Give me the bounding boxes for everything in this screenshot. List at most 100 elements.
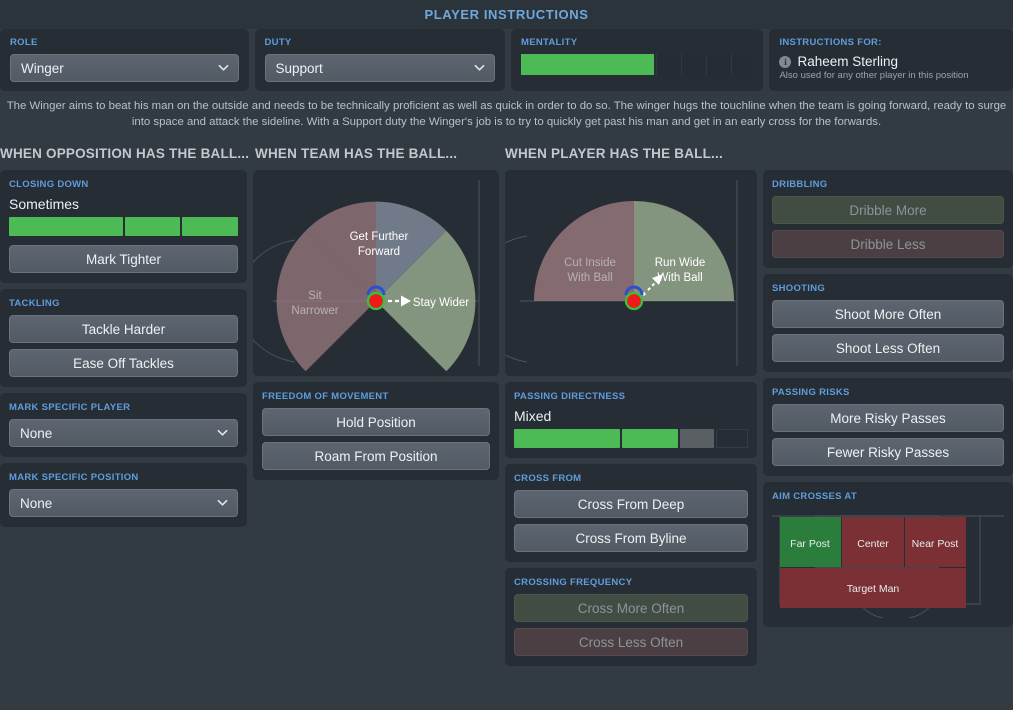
duty-value: Support [275, 60, 323, 76]
ease-off-tackles-button[interactable]: Ease Off Tackles [9, 349, 238, 377]
dribble-more-button: Dribble More [772, 196, 1004, 224]
mark-specific-position-value: None [20, 495, 53, 511]
aim-zone-far-post-label: Far Post [790, 538, 830, 550]
player-name-row: i Raheem Sterling [779, 54, 1003, 69]
aim-crosses-diagram[interactable]: Far Post Center Near Post Target Man [772, 508, 1004, 621]
team-wheel-right-label: Stay Wider [413, 297, 469, 309]
cross-more-often-button: Cross More Often [514, 594, 748, 622]
cross-from-panel: CROSS FROM Cross From Deep Cross From By… [505, 464, 757, 562]
shoot-less-often-button[interactable]: Shoot Less Often [772, 334, 1004, 362]
team-wheel-panel[interactable]: Get Further Forward Sit Narrower Stay Wi… [253, 170, 499, 376]
closing-down-label: CLOSING DOWN [9, 179, 89, 190]
role-card: ROLE Winger [0, 29, 249, 91]
player-wheel-panel[interactable]: Cut Inside With Ball Run Wide With Ball [505, 170, 757, 376]
instructions-for-label: INSTRUCTIONS FOR: [779, 37, 882, 48]
column-headers: WHEN OPPOSITION HAS THE BALL... WHEN TEA… [0, 146, 1013, 170]
passing-directness-panel: PASSING DIRECTNESS Mixed [505, 382, 757, 458]
column-header-team: WHEN TEAM HAS THE BALL... [255, 146, 458, 161]
crossing-frequency-label: CROSSING FREQUENCY [514, 577, 633, 588]
tackle-harder-button[interactable]: Tackle Harder [9, 315, 238, 343]
mentality-card: MENTALITY [510, 29, 764, 91]
duty-select[interactable]: Support [264, 54, 495, 82]
title-bar: PLAYER INSTRUCTIONS [0, 0, 1013, 29]
aim-crosses-pitch[interactable]: Far Post Center Near Post Target Man [772, 508, 1004, 621]
role-label: ROLE [10, 37, 38, 48]
player-wheel-left-label-line2: With Ball [567, 272, 612, 284]
shoot-more-often-button[interactable]: Shoot More Often [772, 300, 1004, 328]
mentality-fill [520, 54, 654, 75]
mark-specific-player-panel: MARK SPECIFIC PLAYER None [0, 393, 247, 457]
hold-position-button[interactable]: Hold Position [262, 408, 490, 436]
tackling-label: TACKLING [9, 298, 60, 309]
column-team: Get Further Forward Sit Narrower Stay Wi… [253, 170, 499, 480]
dribbling-label: DRIBBLING [772, 179, 828, 190]
mark-tighter-button[interactable]: Mark Tighter [9, 245, 238, 273]
closing-down-segment [182, 217, 238, 236]
team-wheel-diagram[interactable]: Get Further Forward Sit Narrower Stay Wi… [253, 170, 499, 376]
mark-specific-player-value: None [20, 425, 53, 441]
info-icon[interactable]: i [779, 55, 792, 68]
mark-specific-player-select[interactable]: None [9, 419, 238, 447]
top-cards-row: ROLE Winger DUTY Support MENTALITY INSTR… [0, 29, 1013, 91]
passing-directness-segment [621, 429, 679, 448]
chevron-down-icon [217, 497, 228, 508]
role-select[interactable]: Winger [10, 54, 239, 82]
tackling-panel: TACKLING Tackle Harder Ease Off Tackles [0, 289, 247, 387]
aim-crosses-at-label: AIM CROSSES AT [772, 491, 857, 502]
player-wheel-diagram[interactable]: Cut Inside With Ball Run Wide With Ball [505, 170, 757, 376]
player-instructions-screen: PLAYER INSTRUCTIONS ROLE Winger DUTY Sup… [0, 0, 1013, 710]
closing-down-segment [9, 217, 123, 236]
passing-directness-segment [514, 429, 620, 448]
dribbling-panel: DRIBBLING Dribble More Dribble Less [763, 170, 1013, 268]
column-header-opposition: WHEN OPPOSITION HAS THE BALL... [0, 146, 250, 161]
passing-risks-panel: PASSING RISKS More Risky Passes Fewer Ri… [763, 378, 1013, 476]
player-wheel-left-label-line1: Cut Inside [564, 257, 616, 269]
mark-specific-player-label: MARK SPECIFIC PLAYER [9, 402, 131, 413]
player-wheel-right-label-line2: With Ball [657, 272, 702, 284]
passing-directness-segment [716, 429, 748, 448]
mentality-bar [520, 54, 754, 75]
roam-from-position-button[interactable]: Roam From Position [262, 442, 490, 470]
instructions-for-card: INSTRUCTIONS FOR: i Raheem Sterling Also… [769, 29, 1013, 91]
passing-directness-label: PASSING DIRECTNESS [514, 391, 626, 402]
duty-card: DUTY Support [254, 29, 505, 91]
closing-down-segment [124, 217, 181, 236]
closing-down-value: Sometimes [9, 196, 80, 212]
crossing-frequency-panel: CROSSING FREQUENCY Cross More Often Cros… [505, 568, 757, 666]
chevron-down-icon [217, 427, 228, 438]
column-header-player: WHEN PLAYER HAS THE BALL... [505, 146, 723, 161]
dribble-less-button: Dribble Less [772, 230, 1004, 258]
chevron-down-icon [474, 62, 485, 73]
instructions-note: Also used for any other player in this p… [779, 70, 969, 81]
page-title: PLAYER INSTRUCTIONS [424, 7, 589, 22]
chevron-down-icon [218, 62, 229, 73]
passing-risks-label: PASSING RISKS [772, 387, 850, 398]
cross-from-byline-button[interactable]: Cross From Byline [514, 524, 748, 552]
passing-directness-bar[interactable] [514, 429, 748, 448]
freedom-of-movement-panel: FREEDOM OF MOVEMENT Hold Position Roam F… [253, 382, 499, 480]
mentality-label: MENTALITY [520, 37, 578, 48]
aim-zone-center-label: Center [857, 538, 889, 550]
cross-less-often-button: Cross Less Often [514, 628, 748, 656]
team-wheel-left-label-line2: Narrower [291, 305, 338, 317]
shooting-panel: SHOOTING Shoot More Often Shoot Less Oft… [763, 274, 1013, 372]
mark-specific-position-select[interactable]: None [9, 489, 238, 517]
role-value: Winger [21, 60, 64, 76]
passing-directness-value: Mixed [514, 408, 552, 424]
aim-crosses-at-panel: AIM CROSSES AT Far Post Center Near Post… [763, 482, 1013, 627]
more-risky-passes-button[interactable]: More Risky Passes [772, 404, 1004, 432]
role-description: The Winger aims to beat his man on the o… [6, 100, 1007, 128]
cross-from-deep-button[interactable]: Cross From Deep [514, 490, 748, 518]
closing-down-bar[interactable] [9, 217, 238, 236]
team-wheel-top-label-line2: Forward [358, 246, 400, 258]
shooting-label: SHOOTING [772, 283, 826, 294]
mentality-empty-segments [655, 54, 754, 75]
fewer-risky-passes-button[interactable]: Fewer Risky Passes [772, 438, 1004, 466]
team-wheel-left-label-line1: Sit [308, 290, 322, 302]
column-opposition: CLOSING DOWN Sometimes Mark Tighter TACK… [0, 170, 247, 527]
mark-specific-position-panel: MARK SPECIFIC POSITION None [0, 463, 247, 527]
mark-specific-position-label: MARK SPECIFIC POSITION [9, 472, 139, 483]
team-wheel-top-label-line1: Get Further [350, 231, 409, 243]
instructions-grid: CLOSING DOWN Sometimes Mark Tighter TACK… [0, 170, 1013, 666]
player-wheel-right-label-line1: Run Wide [655, 257, 706, 269]
